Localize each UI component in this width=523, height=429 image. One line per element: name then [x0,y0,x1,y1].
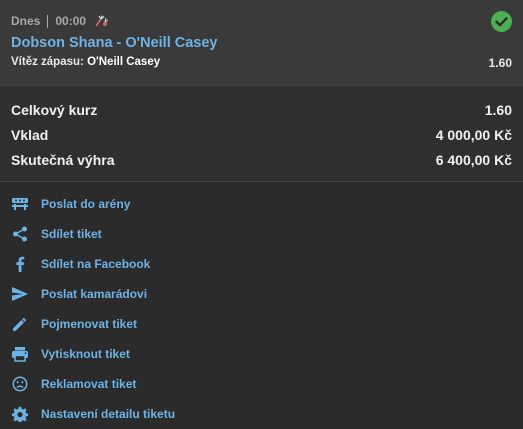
action-label: Sdílet tiket [41,227,102,241]
badminton-icon [93,14,109,28]
meta-divider [47,14,49,28]
pencil-icon [11,315,29,333]
date-label: Dnes [11,14,41,28]
stake-label: Vklad [11,127,49,143]
check-circle-icon [491,11,512,32]
print-icon [11,345,29,363]
share-icon [11,225,29,243]
action-label: Poslat do arény [41,197,131,211]
sad-face-icon [11,375,29,393]
market-label: Vítěz zápasu: [11,56,84,68]
bet-card: Dnes 00:00 Dobson Shana - O'Neill Casey … [0,0,523,85]
bet-meta: Dnes 00:00 [11,14,109,28]
event-time: 00:00 [55,14,87,28]
ticket-detail-settings-action[interactable]: Nastavení detailu tiketu [0,399,523,429]
stake-value: 4 000,00 Kč [435,127,512,143]
ticket-summary: Celkový kurz 1.60 Vklad 4 000,00 Kč Skut… [0,85,523,182]
match-link[interactable]: Dobson Shana - O'Neill Casey [11,35,218,51]
market-line: Vítěz zápasu: O'Neill Casey [11,56,160,68]
action-label: Pojmenovat tiket [41,317,138,331]
stake-row: Vklad 4 000,00 Kč [11,127,512,147]
total-odds-label: Celkový kurz [11,102,98,118]
payout-value: 6 400,00 Kč [435,152,512,168]
complaint-ticket-action[interactable]: Reklamovat tiket [0,369,523,399]
send-to-arena-action[interactable]: Poslat do arény [0,189,523,219]
share-facebook-action[interactable]: Sdílet na Facebook [0,249,523,279]
arena-icon [11,195,29,213]
share-ticket-action[interactable]: Sdílet tiket [0,219,523,249]
facebook-icon [11,255,29,273]
payout-label: Skutečná výhra [11,152,115,168]
total-odds-row: Celkový kurz 1.60 [11,102,512,122]
rename-ticket-action[interactable]: Pojmenovat tiket [0,309,523,339]
action-label: Poslat kamarádovi [41,287,148,301]
action-label: Nastavení detailu tiketu [41,407,176,421]
action-label: Reklamovat tiket [41,377,137,391]
send-to-friend-action[interactable]: Poslat kamarádovi [0,279,523,309]
print-ticket-action[interactable]: Vytisknout tiket [0,339,523,369]
action-label: Sdílet na Facebook [41,257,151,271]
send-icon [11,285,29,303]
selection-odds: 1.60 [488,56,512,70]
payout-row: Skutečná výhra 6 400,00 Kč [11,152,512,172]
action-label: Vytisknout tiket [41,347,130,361]
total-odds-value: 1.60 [484,102,512,118]
gear-icon [11,405,29,423]
selection: O'Neill Casey [87,56,161,68]
